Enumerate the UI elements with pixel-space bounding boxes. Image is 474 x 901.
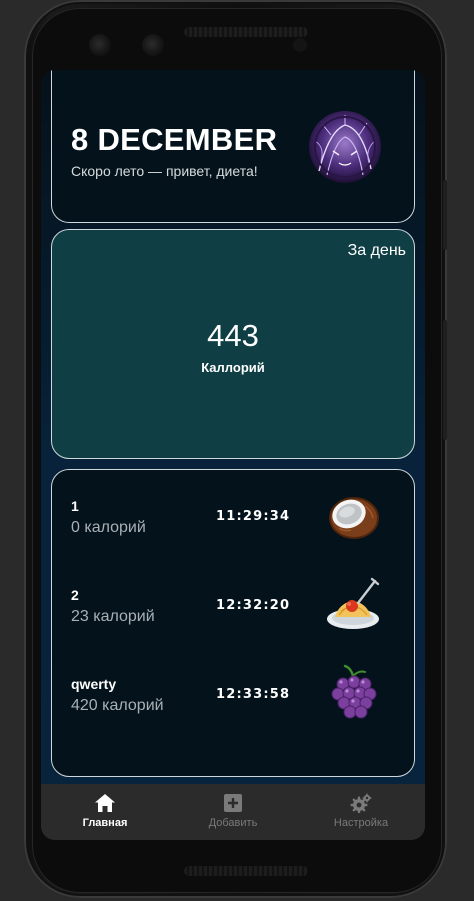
nav-settings[interactable]: Настройка (297, 784, 425, 840)
front-camera-right (142, 34, 164, 56)
entry-calories: 23 калорий (71, 608, 155, 625)
calories-label: Каллорий (201, 360, 265, 375)
entry-name: qwerty (71, 676, 117, 692)
add-box-icon (224, 794, 242, 812)
page-title: 8 DECEMBER (71, 122, 278, 157)
meal-list-card: 1 0 калорий 11:29:34 2 23 калорий 12:32:… (51, 469, 415, 777)
coconut-icon (325, 486, 381, 542)
earpiece-speaker (184, 27, 308, 37)
daily-calories-card: За день 443 Каллорий (51, 229, 415, 459)
volume-button (443, 180, 447, 250)
avatar[interactable] (309, 111, 381, 183)
bottom-speaker (184, 866, 308, 876)
app-screen: 8 DECEMBER Скоро лето — привет, диета! З… (41, 70, 425, 840)
grapes-icon (325, 664, 381, 720)
entry-time: 12:32:20 (216, 598, 291, 613)
home-icon (95, 794, 115, 812)
entry-time: 11:29:34 (216, 509, 291, 524)
bottom-navigation: Главная Добавить Настройка (41, 784, 425, 840)
settings-gears-icon (350, 793, 372, 813)
nav-add[interactable]: Добавить (169, 784, 297, 840)
power-button (443, 320, 447, 440)
page-subtitle: Скоро лето — привет, диета! (71, 163, 258, 179)
proximity-sensor (293, 38, 307, 52)
entry-calories: 0 калорий (71, 519, 146, 536)
list-item[interactable]: 1 0 калорий 11:29:34 (52, 486, 414, 556)
nav-home[interactable]: Главная (41, 784, 169, 840)
front-camera-left (89, 34, 111, 56)
nav-add-label: Добавить (208, 817, 258, 829)
entry-time: 12:33:58 (216, 687, 291, 702)
nav-home-label: Главная (82, 817, 128, 829)
list-item[interactable]: 2 23 калорий 12:32:20 (52, 575, 414, 645)
calories-total: 443 (207, 318, 259, 353)
header-card: 8 DECEMBER Скоро лето — привет, диета! (51, 70, 415, 223)
entry-name: 2 (71, 587, 79, 603)
spaghetti-icon (325, 575, 381, 631)
period-label[interactable]: За день (348, 242, 406, 260)
list-item[interactable]: qwerty 420 калорий 12:33:58 (52, 664, 414, 734)
entry-name: 1 (71, 498, 79, 514)
entry-calories: 420 калорий (71, 697, 164, 714)
nav-settings-label: Настройка (333, 817, 389, 829)
